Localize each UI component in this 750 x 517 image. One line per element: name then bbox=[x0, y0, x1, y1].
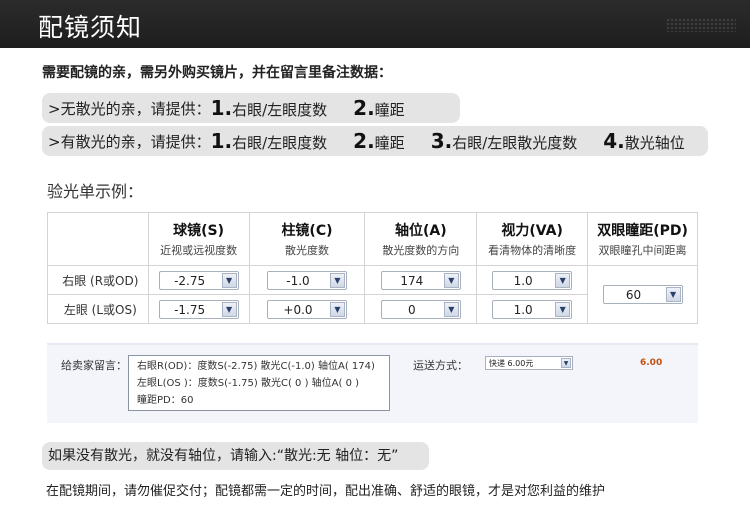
page-title: 配镜须知 bbox=[38, 13, 143, 42]
requirement-item: 1. 右眼/左眼度数 bbox=[211, 129, 328, 153]
prescription-table: 球镜(S) 近视或远视度数 柱镜(C) 散光度数 轴位(A) 散光度数的方向 视… bbox=[47, 212, 698, 324]
table-corner-cell bbox=[47, 212, 149, 266]
chevron-down-icon: ▼ bbox=[443, 272, 459, 288]
seller-message-label: 给卖家留言： bbox=[61, 359, 127, 372]
chevron-down-icon: ▼ bbox=[221, 301, 237, 317]
footer-note: 在配镜期间，请勿催促交付；配镜都需一定的时间，配出准确、舒适的眼镜，才是对您利益… bbox=[46, 484, 606, 499]
row-label-right-eye: 右眼 (R或OD) bbox=[47, 265, 149, 295]
no-astigmatism-requirements: >无散光的亲，请提供： 1. 右眼/左眼度数 2. 瞳距 bbox=[42, 93, 460, 123]
column-subtitle: 双眼瞳孔中间距离 bbox=[598, 244, 687, 257]
requirement-label: 右眼/左眼度数 bbox=[232, 101, 328, 119]
select-value: 0 bbox=[407, 302, 416, 317]
requirement-lead: >有散光的亲，请提供： bbox=[48, 132, 211, 151]
requirement-label: 瞳距 bbox=[374, 101, 405, 119]
example-title: 验光单示例： bbox=[47, 182, 144, 201]
acuity-select-right[interactable]: 1.0 ▼ bbox=[492, 270, 573, 290]
column-header-pd: 双眼瞳距(PD) 双眼瞳孔中间距离 bbox=[587, 212, 698, 266]
select-value: -1.0 bbox=[286, 273, 310, 288]
column-header-axis: 轴位(A) 散光度数的方向 bbox=[364, 212, 478, 266]
panel-top-border bbox=[47, 343, 698, 345]
order-message-panel: 给卖家留言： 右眼R(OD)：度数S(-2.75) 散光C(-1.0) 轴位A(… bbox=[47, 343, 698, 423]
column-header-sphere: 球镜(S) 近视或远视度数 bbox=[147, 212, 250, 266]
requirement-item: 4. 散光轴位 bbox=[603, 129, 685, 153]
header-bar: 配镜须知 bbox=[0, 0, 750, 48]
column-subtitle: 近视或远视度数 bbox=[160, 244, 238, 257]
column-subtitle: 散光度数的方向 bbox=[382, 244, 460, 257]
shipping-method-label: 运送方式： bbox=[413, 359, 468, 372]
chevron-down-icon: ▼ bbox=[329, 272, 345, 288]
message-line: 瞳距PD：60 bbox=[137, 395, 194, 406]
cylinder-select-left[interactable]: +0.0 ▼ bbox=[266, 299, 347, 319]
column-title: 视力(VA) bbox=[501, 223, 563, 239]
requirement-number: 1. bbox=[210, 129, 233, 153]
axis-select-right[interactable]: 174 ▼ bbox=[380, 270, 461, 290]
requirement-number: 2. bbox=[353, 96, 375, 120]
chevron-down-icon: ▼ bbox=[443, 301, 459, 317]
message-line: 左眼L(OS )：度数S(-1.75) 散光C( 0 ) 轴位A( 0 ) bbox=[137, 378, 360, 389]
column-title: 双眼瞳距(PD) bbox=[597, 223, 688, 239]
pd-select[interactable]: 60 ▼ bbox=[602, 285, 683, 304]
chevron-down-icon: ▼ bbox=[561, 358, 571, 368]
seller-message-textarea[interactable]: 右眼R(OD)：度数S(-2.75) 散光C(-1.0) 轴位A( 174) 左… bbox=[128, 355, 390, 411]
table-header-row: 球镜(S) 近视或远视度数 柱镜(C) 散光度数 轴位(A) 散光度数的方向 视… bbox=[47, 212, 698, 266]
axis-select-left[interactable]: 0 ▼ bbox=[380, 299, 461, 319]
chevron-down-icon: ▼ bbox=[555, 272, 571, 288]
requirement-label: 瞳距 bbox=[374, 134, 405, 152]
message-line: 右眼R(OD)：度数S(-2.75) 散光C(-1.0) 轴位A( 174) bbox=[137, 361, 375, 372]
column-title: 球镜(S) bbox=[173, 223, 225, 239]
requirement-item: 3. 右眼/左眼散光度数 bbox=[431, 129, 578, 153]
no-astigmatism-note: 如果没有散光，就没有轴位，请输入:“散光:无 轴位：无” bbox=[42, 442, 429, 470]
sphere-select-right[interactable]: -2.75 ▼ bbox=[158, 270, 239, 290]
cylinder-select-right[interactable]: -1.0 ▼ bbox=[266, 270, 347, 290]
requirement-item: 2. 瞳距 bbox=[353, 129, 405, 153]
column-subtitle: 散光度数 bbox=[284, 244, 329, 257]
select-value: 174 bbox=[400, 273, 424, 288]
header-decoration bbox=[666, 18, 736, 32]
shipping-fee: 6.00 bbox=[640, 358, 663, 368]
select-value: 1.0 bbox=[513, 273, 533, 288]
column-header-cylinder: 柱镜(C) 散光度数 bbox=[248, 212, 366, 266]
chevron-down-icon: ▼ bbox=[329, 301, 345, 317]
requirement-number: 4. bbox=[603, 129, 625, 153]
row-label-left-eye: 左眼 (L或OS) bbox=[47, 294, 149, 324]
requirement-number: 2. bbox=[353, 129, 375, 153]
select-value: -1.75 bbox=[174, 302, 206, 317]
select-value: 1.0 bbox=[513, 302, 533, 317]
table-row-right-eye: 右眼 (R或OD) -2.75 ▼ -1.0 ▼ 174 ▼ 1.0 ▼ 60 ▼ bbox=[47, 265, 698, 324]
column-header-acuity: 视力(VA) 看清物体的清晰度 bbox=[476, 212, 589, 266]
acuity-select-left[interactable]: 1.0 ▼ bbox=[492, 299, 573, 319]
select-value: 60 bbox=[625, 288, 642, 302]
select-value: -2.75 bbox=[174, 273, 206, 288]
shipping-method-select[interactable]: 快递 6.00元 ▼ bbox=[485, 356, 573, 370]
chevron-down-icon: ▼ bbox=[555, 301, 571, 317]
chevron-down-icon: ▼ bbox=[221, 272, 237, 288]
requirement-item: 1. 右眼/左眼度数 bbox=[211, 96, 328, 120]
requirement-number: 1. bbox=[210, 96, 233, 120]
requirement-label: 散光轴位 bbox=[624, 134, 685, 152]
requirement-label: 右眼/左眼度数 bbox=[232, 134, 328, 152]
requirement-lead: >无散光的亲，请提供： bbox=[48, 99, 211, 118]
column-subtitle: 看清物体的清晰度 bbox=[488, 244, 577, 257]
requirement-item: 2. 瞳距 bbox=[353, 96, 405, 120]
sphere-select-left[interactable]: -1.75 ▼ bbox=[158, 299, 239, 319]
requirement-number: 3. bbox=[430, 129, 453, 153]
requirement-label: 右眼/左眼散光度数 bbox=[452, 134, 578, 152]
shipping-method-value: 快递 6.00元 bbox=[489, 359, 534, 368]
chevron-down-icon: ▼ bbox=[665, 287, 681, 302]
astigmatism-requirements: >有散光的亲，请提供： 1. 右眼/左眼度数 2. 瞳距 3. 右眼/左眼散光度… bbox=[42, 126, 708, 156]
column-title: 轴位(A) bbox=[394, 223, 447, 239]
select-value: +0.0 bbox=[283, 302, 313, 317]
intro-text: 需要配镜的亲，需另外购买镜片，并在留言里备注数据： bbox=[42, 65, 392, 81]
column-title: 柱镜(C) bbox=[281, 223, 333, 239]
